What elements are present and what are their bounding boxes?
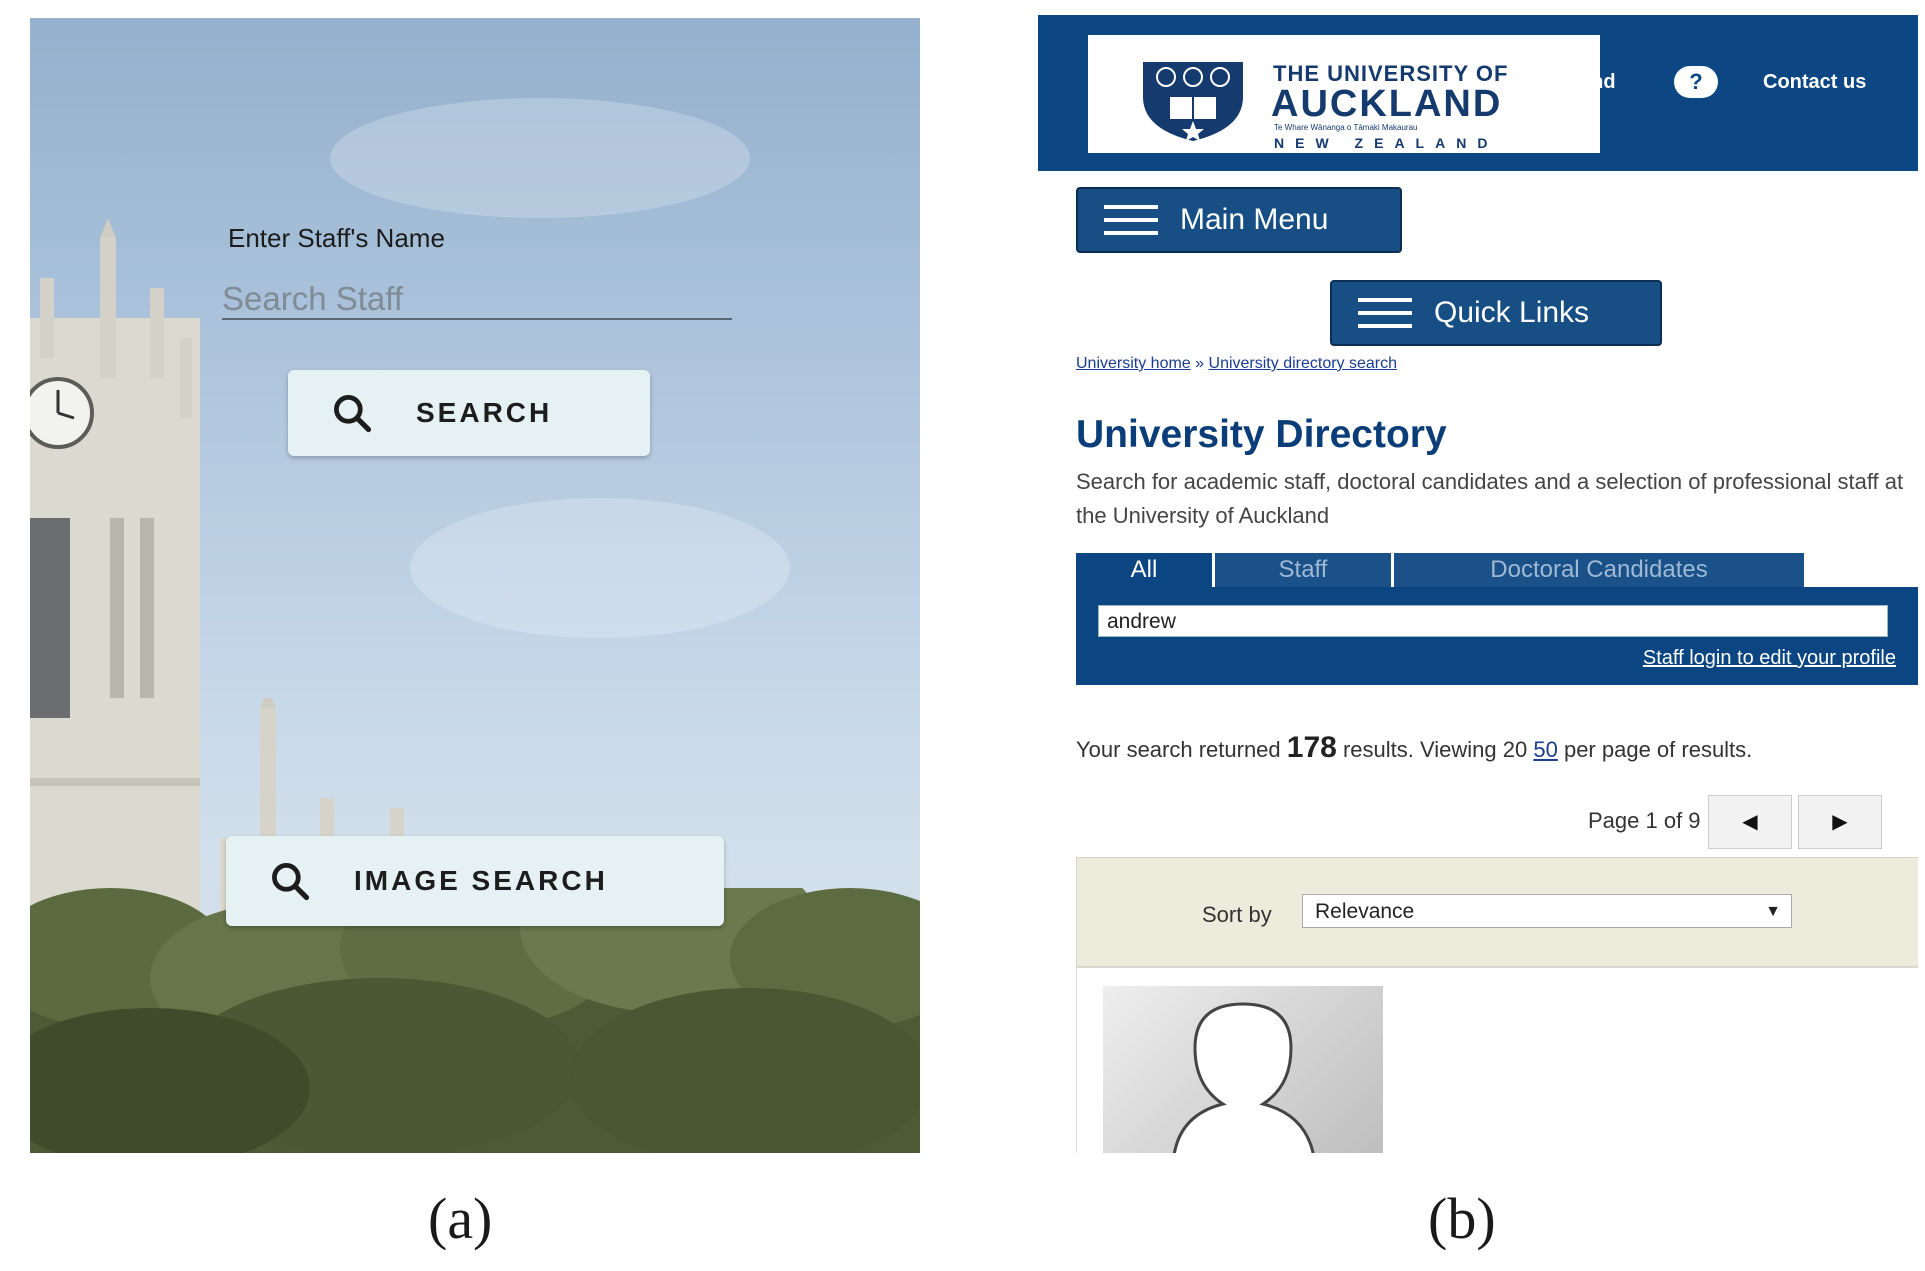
dropdown-arrow-icon: ▼ — [1765, 903, 1781, 920]
page-description: Search for academic staff, doctoral cand… — [1076, 469, 1904, 528]
chevron-left-icon: ◀ — [1742, 811, 1758, 833]
caption-a: (a) — [428, 1186, 493, 1251]
trees-image — [30, 888, 920, 1153]
page-title: University Directory — [1076, 413, 1447, 456]
clock-tower-image — [30, 218, 200, 938]
hamburger-icon — [1358, 298, 1412, 328]
directory-search-input[interactable]: andrew — [1098, 605, 1888, 637]
search-input-underline — [222, 318, 732, 320]
main-menu-button[interactable]: Main Menu — [1076, 187, 1402, 253]
tab-all[interactable]: All — [1076, 553, 1212, 587]
site-header: uckland ? Contact us THE UNIVERSITY OF A… — [1038, 15, 1918, 171]
app-search-screen: Enter Staff's Name Search Staff SEARCH I… — [30, 18, 920, 1153]
crest-icon — [1143, 62, 1243, 141]
search-staff-input[interactable]: Search Staff — [222, 280, 403, 318]
search-button[interactable]: SEARCH — [288, 370, 650, 456]
search-icon — [272, 863, 310, 901]
tab-staff[interactable]: Staff — [1215, 553, 1391, 587]
image-search-button[interactable]: IMAGE SEARCH — [226, 836, 724, 926]
breadcrumb-home-link[interactable]: University home — [1076, 355, 1191, 372]
results-middle: results. Viewing 20 — [1342, 737, 1528, 762]
next-page-button[interactable]: ▶ — [1798, 795, 1882, 849]
contact-us-link[interactable]: Contact us — [1763, 71, 1866, 94]
university-logo[interactable]: THE UNIVERSITY OF AUCKLAND Te Whare Wāna… — [1088, 35, 1600, 153]
logo-line-2: AUCKLAND — [1271, 83, 1503, 125]
sort-select-value: Relevance — [1315, 900, 1415, 923]
hamburger-icon — [1104, 205, 1158, 235]
breadcrumb: University home » University directory s… — [1076, 355, 1397, 373]
tab-doctoral-candidates[interactable]: Doctoral Candidates — [1394, 553, 1804, 587]
sort-label: Sort by — [1202, 902, 1272, 927]
quick-links-button[interactable]: Quick Links — [1330, 280, 1662, 346]
staff-name-label: Enter Staff's Name — [228, 223, 445, 253]
logo-line-3: Te Whare Wānanga o Tāmaki Makaurau — [1274, 123, 1418, 132]
search-box: andrew Staff login to edit your profile — [1076, 587, 1918, 685]
caption-b: (b) — [1428, 1186, 1496, 1251]
cloud — [410, 498, 790, 638]
results-prefix: Your search returned — [1076, 737, 1281, 762]
page-indicator: Page 1 of 9 — [1588, 808, 1701, 833]
results-suffix: per page of results. — [1563, 737, 1753, 762]
avatar — [1103, 986, 1383, 1153]
results-count: 178 — [1286, 731, 1337, 764]
sort-select[interactable]: Relevance ▼ — [1302, 894, 1792, 928]
logo-line-4: NEW ZEALAND — [1274, 135, 1499, 151]
per-page-50-link[interactable]: 50 — [1533, 737, 1557, 762]
search-button-label: SEARCH — [416, 397, 553, 428]
search-tabs: All Staff Doctoral Candidates — [1076, 553, 1807, 587]
previous-page-button[interactable]: ◀ — [1708, 795, 1792, 849]
staff-login-link[interactable]: Staff login to edit your profile — [1643, 647, 1896, 670]
chevron-right-icon: ▶ — [1832, 811, 1848, 833]
breadcrumb-separator: » — [1195, 355, 1205, 372]
search-icon — [334, 395, 372, 433]
university-directory-page: uckland ? Contact us THE UNIVERSITY OF A… — [1038, 15, 1918, 1153]
quick-links-label: Quick Links — [1434, 296, 1590, 329]
results-summary: Your search returned 178 results. Viewin… — [1076, 730, 1918, 768]
breadcrumb-current-link[interactable]: University directory search — [1209, 355, 1398, 372]
result-card[interactable] — [1076, 967, 1918, 1153]
sort-bar: Sort by Relevance ▼ — [1076, 857, 1918, 967]
image-search-button-label: IMAGE SEARCH — [354, 865, 608, 896]
help-icon[interactable]: ? — [1674, 66, 1718, 98]
main-menu-label: Main Menu — [1180, 203, 1329, 236]
person-silhouette-icon — [1173, 1002, 1315, 1153]
cloud — [330, 98, 750, 218]
